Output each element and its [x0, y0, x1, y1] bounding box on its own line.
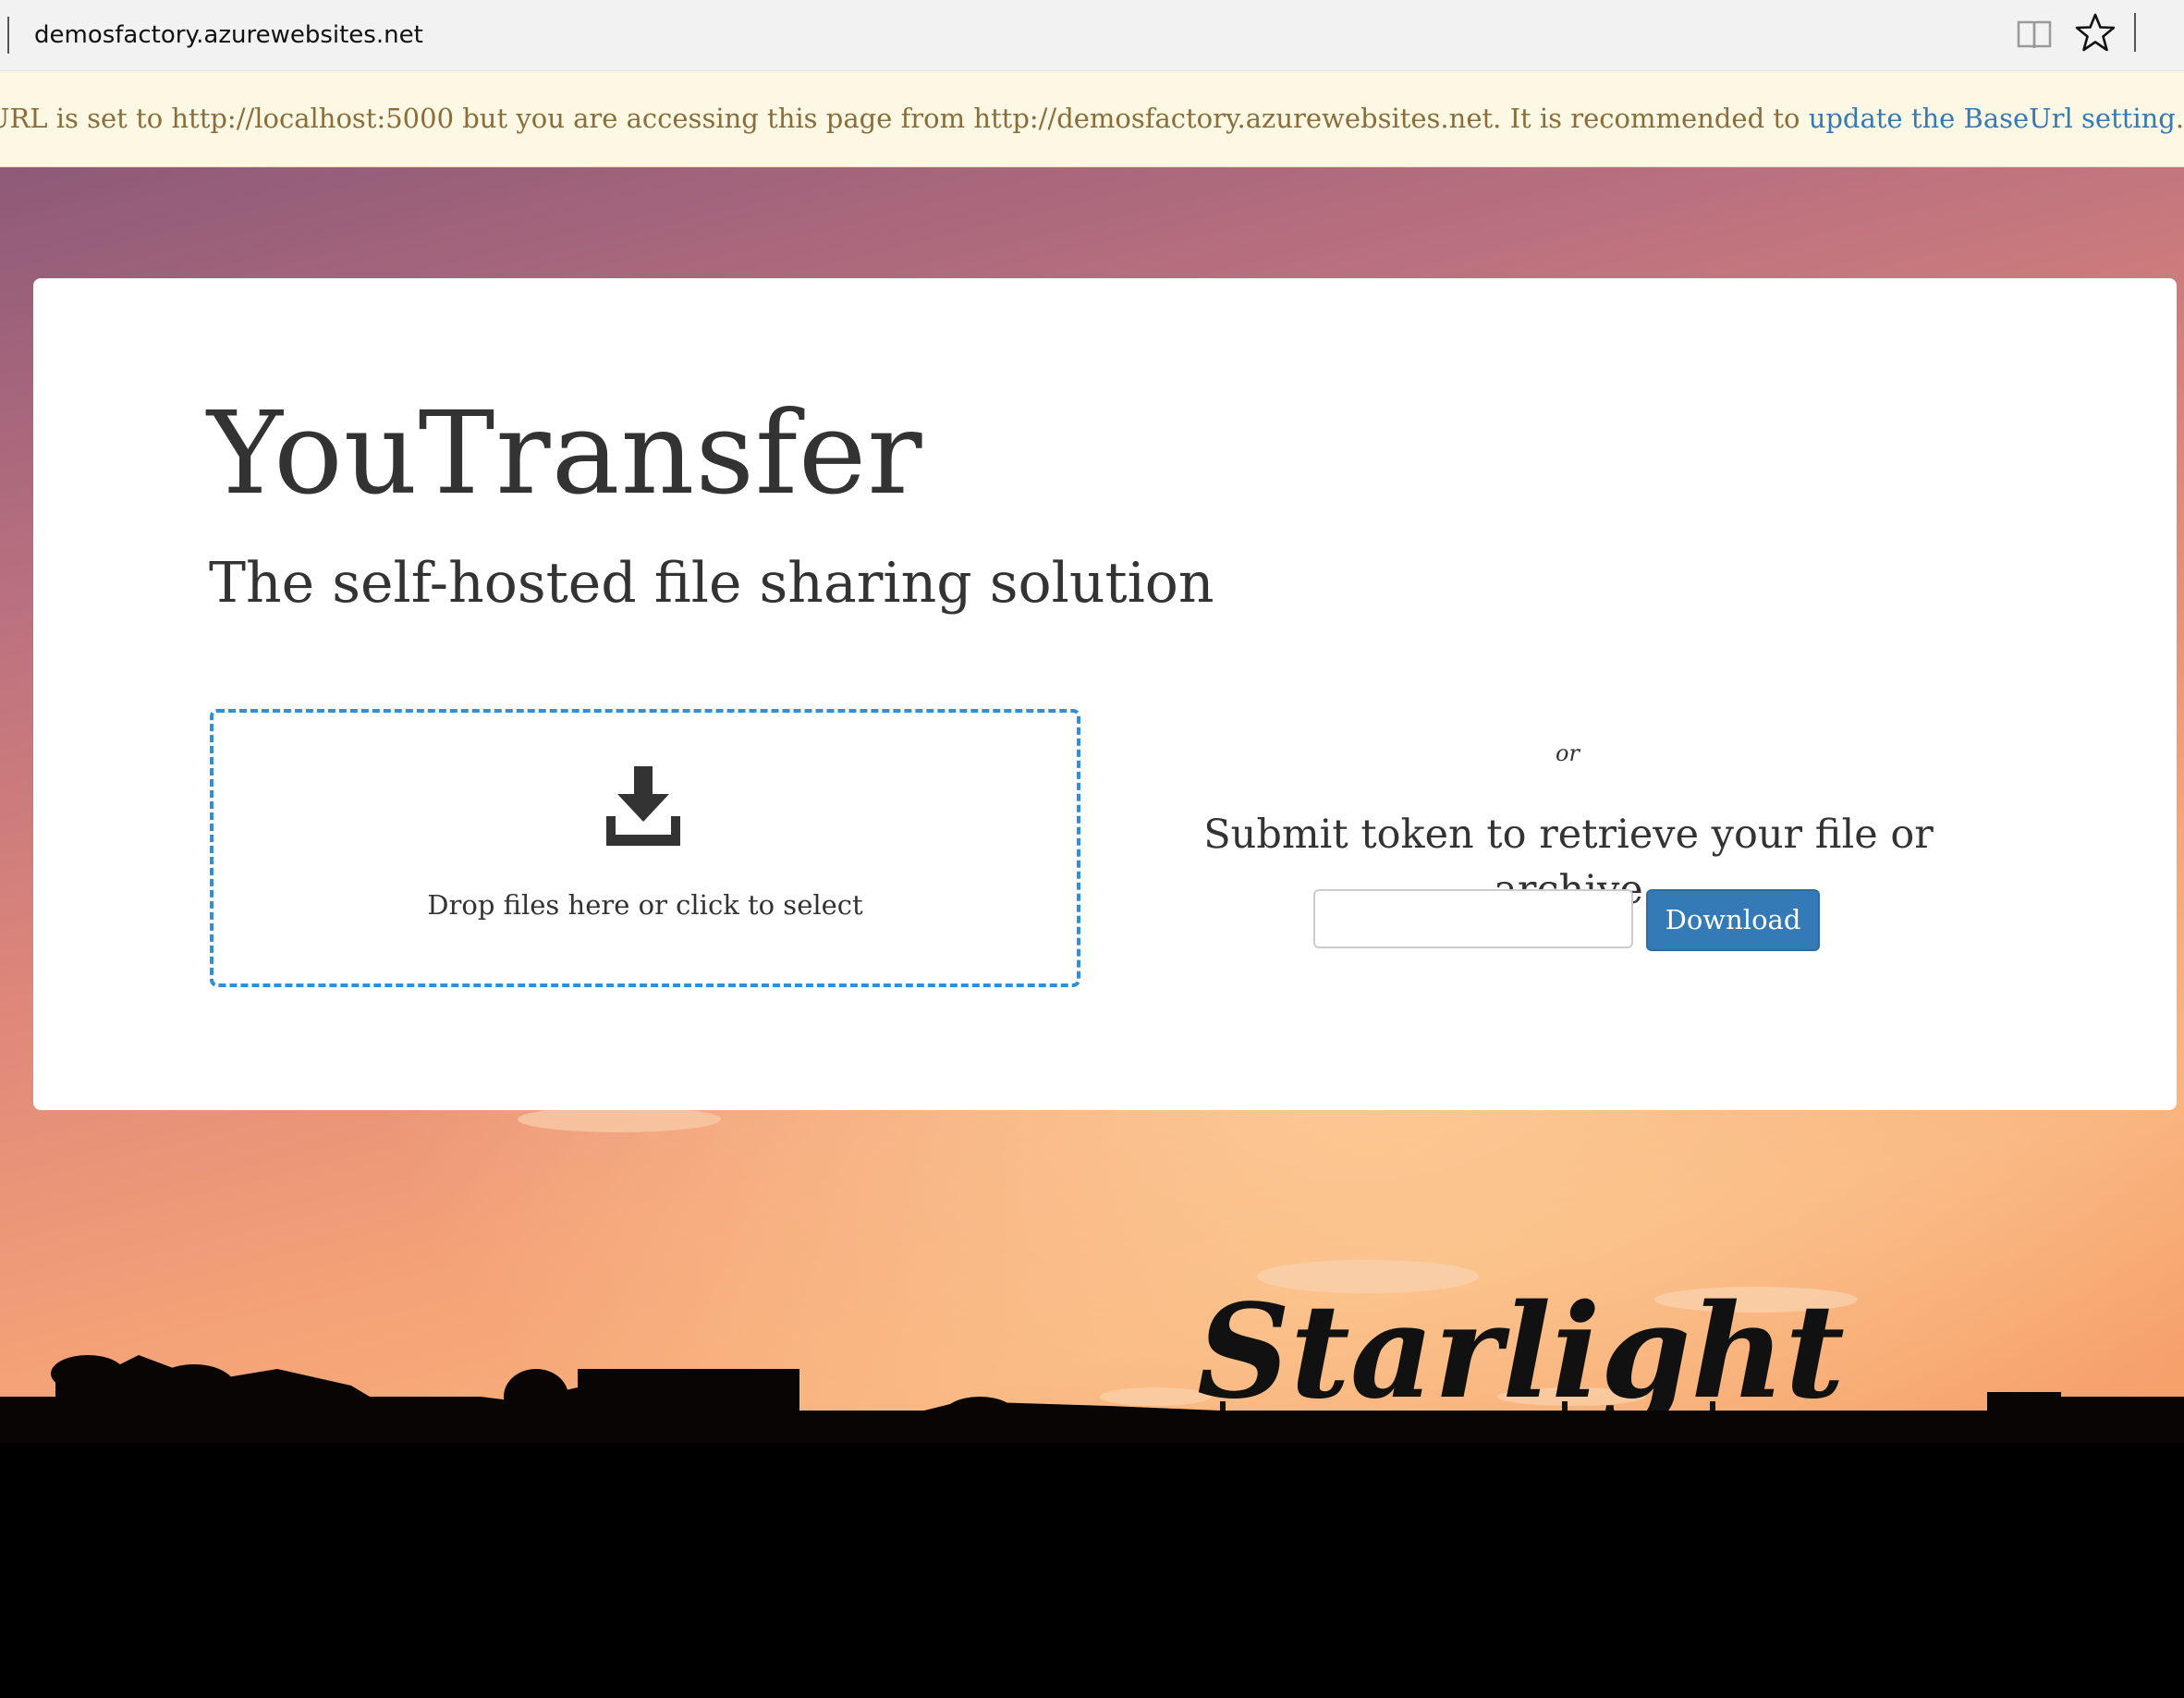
token-input[interactable] — [1313, 889, 1633, 948]
update-baseurl-link[interactable]: update the BaseUrl setting — [1809, 103, 2176, 134]
warning-message: URL is set to http://localhost:5000 but … — [0, 103, 1809, 134]
address-url[interactable]: demosfactory.azurewebsites.net — [34, 17, 423, 54]
download-button[interactable]: Download — [1646, 889, 1820, 951]
address-bar-edge — [7, 17, 9, 54]
app-subtitle: The self-hosted file sharing solution — [209, 551, 1214, 616]
or-separator: or — [1556, 740, 1580, 766]
download-arrow-icon — [606, 766, 680, 846]
file-dropzone[interactable]: Drop files here or click to select — [210, 709, 1080, 987]
browser-address-bar: demosfactory.azurewebsites.net — [0, 0, 2184, 71]
warning-text: URL is set to http://localhost:5000 but … — [0, 100, 2184, 137]
baseurl-warning-banner: URL is set to http://localhost:5000 but … — [0, 71, 2184, 167]
app-title: YouTransfer — [207, 387, 923, 520]
main-card: YouTransfer The self-hosted file sharing… — [33, 278, 2177, 1110]
address-bar-separator — [2134, 13, 2136, 52]
star-icon[interactable] — [2074, 11, 2117, 54]
dropzone-label: Drop files here or click to select — [427, 889, 863, 921]
starlight-sign: Starlight — [1197, 1277, 1845, 1428]
book-icon[interactable] — [2015, 15, 2054, 54]
warning-trailing: . — [2175, 103, 2184, 134]
